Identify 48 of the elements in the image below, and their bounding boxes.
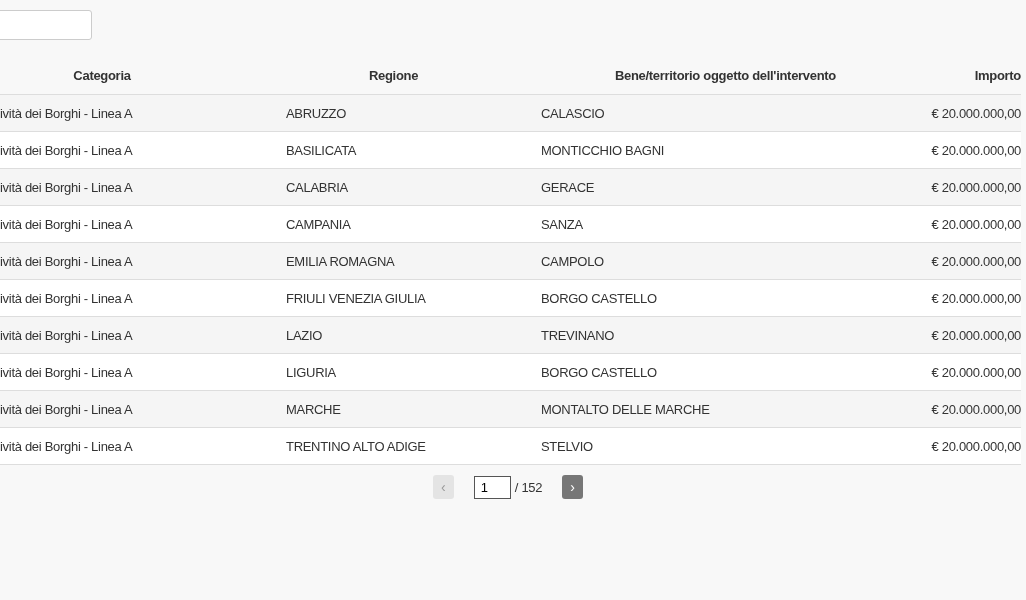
table-cell: ività dei Borghi - Linea A xyxy=(0,353,282,391)
table-cell: MARCHE xyxy=(282,390,541,428)
column-header: Regione xyxy=(282,57,541,95)
table-cell: ività dei Borghi - Linea A xyxy=(0,390,282,428)
table-cell: STELVIO xyxy=(541,427,861,465)
table-cell: TREVINANO xyxy=(541,316,861,354)
table-cell: BASILICATA xyxy=(282,131,541,169)
table-cell: € 20.000.000,00 xyxy=(861,316,1021,354)
table-cell: € 20.000.000,00 xyxy=(861,390,1021,428)
table-cell: € 20.000.000,00 xyxy=(861,131,1021,169)
table-cell: SANZA xyxy=(541,205,861,243)
table-cell: ABRUZZO xyxy=(282,94,541,132)
table-cell: ività dei Borghi - Linea A xyxy=(0,168,282,206)
column-header: Importo xyxy=(861,57,1021,95)
page-total: / 152 xyxy=(514,479,543,495)
table-cell: ività dei Borghi - Linea A xyxy=(0,94,282,132)
search-field[interactable] xyxy=(0,9,92,40)
next-page-button[interactable]: › xyxy=(562,475,584,499)
table-cell: € 20.000.000,00 xyxy=(861,353,1021,391)
column-header: Bene/territorio oggetto dell'intervento xyxy=(541,57,861,95)
table-cell: FRIULI VENEZIA GIULIA xyxy=(282,279,541,317)
table-cell: CALABRIA xyxy=(282,168,541,206)
table-cell: EMILIA ROMAGNA xyxy=(282,242,541,280)
table-cell: CAMPOLO xyxy=(541,242,861,280)
table-cell: BORGO CASTELLO xyxy=(541,353,861,391)
column-header: Categoria xyxy=(0,57,282,95)
table-cell: LIGURIA xyxy=(282,353,541,391)
table-cell: € 20.000.000,00 xyxy=(861,279,1021,317)
table-cell: MONTICCHIO BAGNI xyxy=(541,131,861,169)
table-cell: € 20.000.000,00 xyxy=(861,205,1021,243)
table-cell: ività dei Borghi - Linea A xyxy=(0,205,282,243)
table-cell: MONTALTO DELLE MARCHE xyxy=(541,390,861,428)
table-cell: ività dei Borghi - Linea A xyxy=(0,131,282,169)
table-cell: LAZIO xyxy=(282,316,541,354)
table-cell: ività dei Borghi - Linea A xyxy=(0,242,282,280)
table-cell: € 20.000.000,00 xyxy=(861,94,1021,132)
table-cell: € 20.000.000,00 xyxy=(861,242,1021,280)
table-cell: TRENTINO ALTO ADIGE xyxy=(282,427,541,465)
table-cell: ività dei Borghi - Linea A xyxy=(0,316,282,354)
table-cell: CALASCIO xyxy=(541,94,861,132)
table-cell: € 20.000.000,00 xyxy=(861,168,1021,206)
table-cell: BORGO CASTELLO xyxy=(541,279,861,317)
table-cell: ività dei Borghi - Linea A xyxy=(0,279,282,317)
table-cell: CAMPANIA xyxy=(282,205,541,243)
table-cell: ività dei Borghi - Linea A xyxy=(0,427,282,465)
table-cell: € 20.000.000,00 xyxy=(861,427,1021,465)
page-number-field[interactable]: 1 xyxy=(473,475,511,499)
table-cell: GERACE xyxy=(541,168,861,206)
